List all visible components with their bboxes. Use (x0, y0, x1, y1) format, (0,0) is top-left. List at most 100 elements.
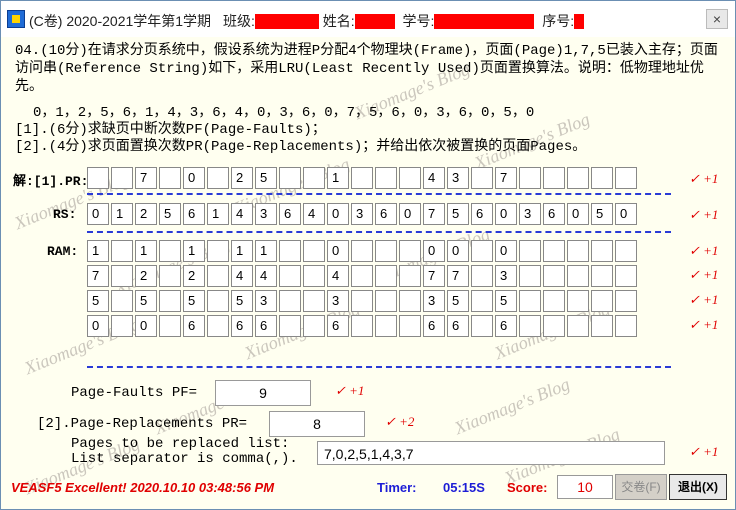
pr-cell[interactable]: 7 (495, 167, 517, 189)
rs-cell[interactable]: 1 (111, 203, 133, 225)
pr-cell[interactable] (591, 167, 613, 189)
ram-cell[interactable] (207, 290, 229, 312)
ram-cell[interactable]: 4 (255, 265, 277, 287)
pr-input[interactable]: 8 (269, 411, 365, 437)
ram-cell[interactable] (471, 315, 493, 337)
pr-cell[interactable] (111, 167, 133, 189)
ram-cell[interactable]: 4 (231, 265, 253, 287)
ram-cell[interactable]: 0 (495, 240, 517, 262)
ram-cell[interactable] (375, 315, 397, 337)
rs-cell[interactable]: 4 (231, 203, 253, 225)
ram-cell[interactable] (303, 265, 325, 287)
ram-cell[interactable] (591, 265, 613, 287)
rs-cell[interactable]: 1 (207, 203, 229, 225)
ram-cell[interactable] (351, 240, 373, 262)
ram-cell[interactable]: 2 (183, 265, 205, 287)
ram-cell[interactable] (543, 315, 565, 337)
ram-cell[interactable] (159, 290, 181, 312)
rs-cell[interactable]: 0 (327, 203, 349, 225)
pr-cell[interactable] (399, 167, 421, 189)
ram-cell[interactable]: 5 (447, 290, 469, 312)
ram-cell[interactable] (111, 265, 133, 287)
pr-cell[interactable] (471, 167, 493, 189)
rs-cell[interactable]: 5 (159, 203, 181, 225)
ram-cell[interactable] (615, 315, 637, 337)
ram-cell[interactable] (159, 315, 181, 337)
ram-cell[interactable] (111, 315, 133, 337)
ram-cell[interactable] (303, 315, 325, 337)
ram-cell[interactable] (615, 240, 637, 262)
ram-cell[interactable]: 7 (87, 265, 109, 287)
pr-cell[interactable] (351, 167, 373, 189)
ram-cell[interactable]: 3 (495, 265, 517, 287)
pr-cell[interactable]: 4 (423, 167, 445, 189)
rs-cell[interactable]: 0 (615, 203, 637, 225)
ram-cell[interactable]: 0 (327, 240, 349, 262)
ram-cell[interactable] (615, 290, 637, 312)
ram-cell[interactable]: 5 (135, 290, 157, 312)
pr-cell[interactable] (159, 167, 181, 189)
ram-cell[interactable] (519, 265, 541, 287)
ram-cell[interactable] (375, 290, 397, 312)
rs-cell[interactable]: 0 (87, 203, 109, 225)
ram-cell[interactable]: 1 (183, 240, 205, 262)
ram-cell[interactable] (159, 240, 181, 262)
ram-cell[interactable]: 3 (255, 290, 277, 312)
rs-cell[interactable]: 6 (279, 203, 301, 225)
pr-cell[interactable]: 2 (231, 167, 253, 189)
rs-cell[interactable]: 7 (423, 203, 445, 225)
ram-cell[interactable] (543, 240, 565, 262)
rs-cell[interactable]: 5 (447, 203, 469, 225)
ram-cell[interactable]: 3 (423, 290, 445, 312)
ram-cell[interactable]: 0 (135, 315, 157, 337)
ram-cell[interactable]: 0 (423, 240, 445, 262)
ram-cell[interactable] (303, 240, 325, 262)
ram-cell[interactable] (591, 240, 613, 262)
pr-cell[interactable]: 7 (135, 167, 157, 189)
ram-cell[interactable] (303, 290, 325, 312)
close-button[interactable]: × (706, 9, 728, 29)
ram-cell[interactable] (399, 265, 421, 287)
rs-cell[interactable]: 0 (399, 203, 421, 225)
ram-cell[interactable]: 3 (327, 290, 349, 312)
pr-cell[interactable] (207, 167, 229, 189)
ram-cell[interactable] (351, 265, 373, 287)
ram-cell[interactable]: 5 (183, 290, 205, 312)
pr-cell[interactable] (567, 167, 589, 189)
ram-cell[interactable]: 7 (423, 265, 445, 287)
ram-cell[interactable]: 1 (87, 240, 109, 262)
pages-input[interactable]: 7,0,2,5,1,4,3,7 (317, 441, 665, 465)
ram-cell[interactable] (519, 290, 541, 312)
rs-cell[interactable]: 2 (135, 203, 157, 225)
ram-cell[interactable] (519, 315, 541, 337)
ram-cell[interactable] (471, 290, 493, 312)
ram-cell[interactable] (207, 265, 229, 287)
ram-cell[interactable]: 1 (255, 240, 277, 262)
ram-cell[interactable] (279, 265, 301, 287)
ram-cell[interactable] (375, 240, 397, 262)
ram-cell[interactable] (111, 290, 133, 312)
ram-cell[interactable]: 2 (135, 265, 157, 287)
ram-cell[interactable]: 6 (447, 315, 469, 337)
ram-cell[interactable] (207, 315, 229, 337)
pr-cell[interactable]: 0 (183, 167, 205, 189)
ram-cell[interactable] (399, 240, 421, 262)
rs-cell[interactable]: 6 (375, 203, 397, 225)
ram-cell[interactable] (351, 290, 373, 312)
ram-cell[interactable] (471, 265, 493, 287)
pr-cell[interactable]: 1 (327, 167, 349, 189)
ram-cell[interactable] (567, 240, 589, 262)
ram-cell[interactable]: 6 (255, 315, 277, 337)
rs-cell[interactable]: 3 (255, 203, 277, 225)
ram-cell[interactable] (543, 290, 565, 312)
ram-cell[interactable]: 5 (495, 290, 517, 312)
ram-cell[interactable] (375, 265, 397, 287)
ram-cell[interactable] (111, 240, 133, 262)
ram-cell[interactable]: 6 (423, 315, 445, 337)
ram-cell[interactable] (399, 315, 421, 337)
ram-cell[interactable] (567, 315, 589, 337)
pr-cell[interactable]: 5 (255, 167, 277, 189)
ram-cell[interactable]: 5 (231, 290, 253, 312)
pr-cell[interactable] (375, 167, 397, 189)
ram-cell[interactable] (471, 240, 493, 262)
